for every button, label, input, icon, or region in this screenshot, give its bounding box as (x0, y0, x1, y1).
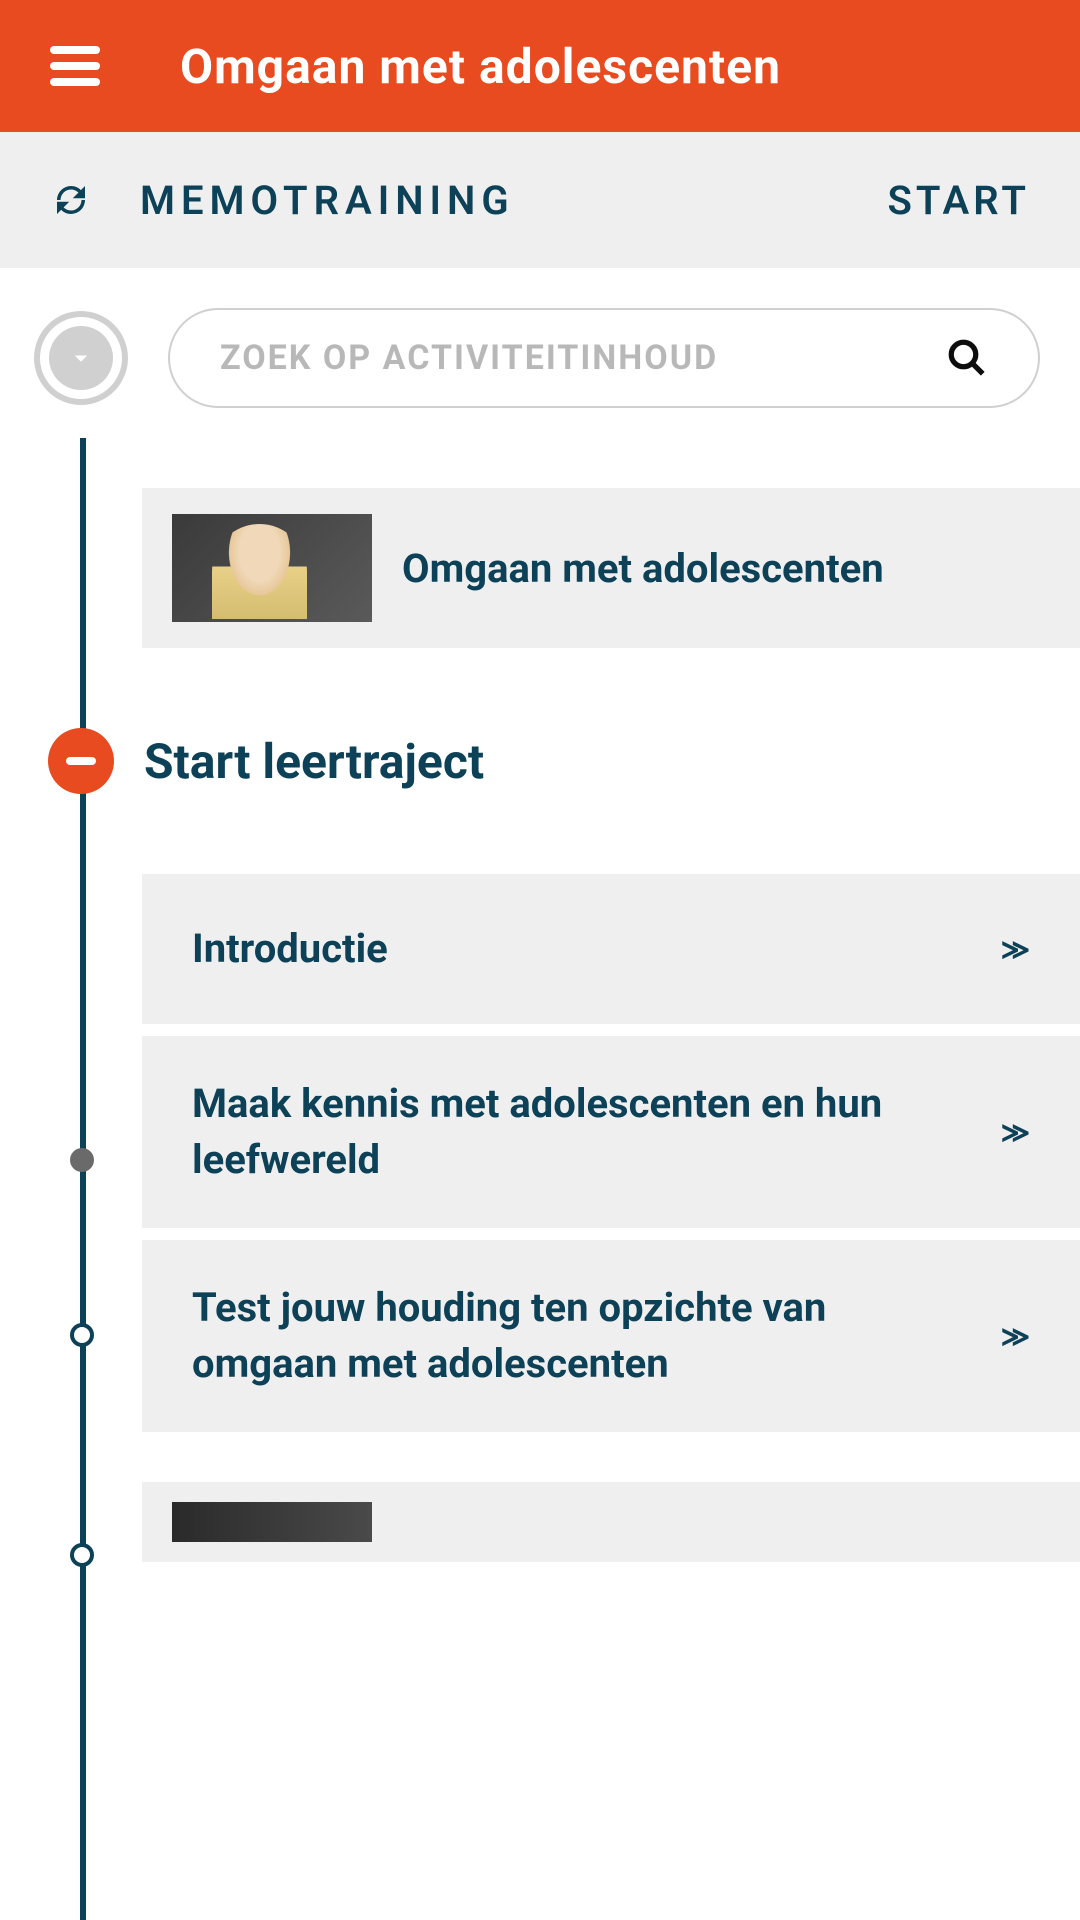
activity-title: Test jouw houding ten opzichte van omgaa… (192, 1280, 1001, 1392)
search-input[interactable]: ZOEK OP ACTIVITEITINHOUD (168, 308, 1040, 408)
content-area: ZOEK OP ACTIVITEITINHOUD Omgaan met adol… (0, 268, 1080, 1562)
start-button[interactable]: START (888, 177, 1031, 224)
memotraining-left: MEMOTRAINING (50, 177, 515, 224)
activity-item-introductie[interactable]: Introductie ≫ (142, 874, 1080, 1024)
memotraining-label: MEMOTRAINING (140, 177, 515, 224)
chevron-down-icon (49, 326, 113, 390)
search-icon[interactable] (946, 337, 988, 379)
hamburger-menu-icon[interactable] (50, 46, 100, 86)
timeline-dot-done (70, 1148, 94, 1172)
activity-item-test-houding[interactable]: Test jouw houding ten opzichte van omgaa… (142, 1240, 1080, 1432)
app-header: Omgaan met adolescenten (0, 0, 1080, 132)
page-title: Omgaan met adolescenten (180, 38, 781, 95)
minus-icon[interactable] (48, 728, 114, 794)
chevron-double-right-icon: ≫ (1001, 933, 1030, 966)
course-title: Omgaan met adolescenten (402, 545, 884, 592)
next-section-card[interactable] (142, 1482, 1080, 1562)
course-header-card[interactable]: Omgaan met adolescenten (142, 488, 1080, 648)
chevron-double-right-icon: ≫ (1001, 1320, 1030, 1353)
timeline-line (80, 438, 86, 1920)
search-row: ZOEK OP ACTIVITEITINHOUD (0, 308, 1080, 408)
activity-list: Introductie ≫ Maak kennis met adolescent… (0, 874, 1080, 1432)
collapse-all-button[interactable] (34, 311, 128, 405)
activity-title: Maak kennis met adolescenten en hun leef… (192, 1076, 1001, 1188)
chevron-double-right-icon: ≫ (1001, 1116, 1030, 1149)
memotraining-bar: MEMOTRAINING START (0, 132, 1080, 268)
next-thumbnail (172, 1502, 372, 1542)
section-header[interactable]: Start leertraject (0, 728, 1080, 794)
section-title: Start leertraject (144, 733, 484, 790)
activity-title: Introductie (192, 921, 428, 977)
activity-item-maak-kennis[interactable]: Maak kennis met adolescenten en hun leef… (142, 1036, 1080, 1228)
course-thumbnail (172, 514, 372, 622)
timeline-dot-pending (70, 1323, 94, 1347)
timeline-dot-pending (70, 1543, 94, 1567)
search-placeholder: ZOEK OP ACTIVITEITINHOUD (220, 338, 718, 378)
refresh-icon[interactable] (50, 179, 92, 221)
